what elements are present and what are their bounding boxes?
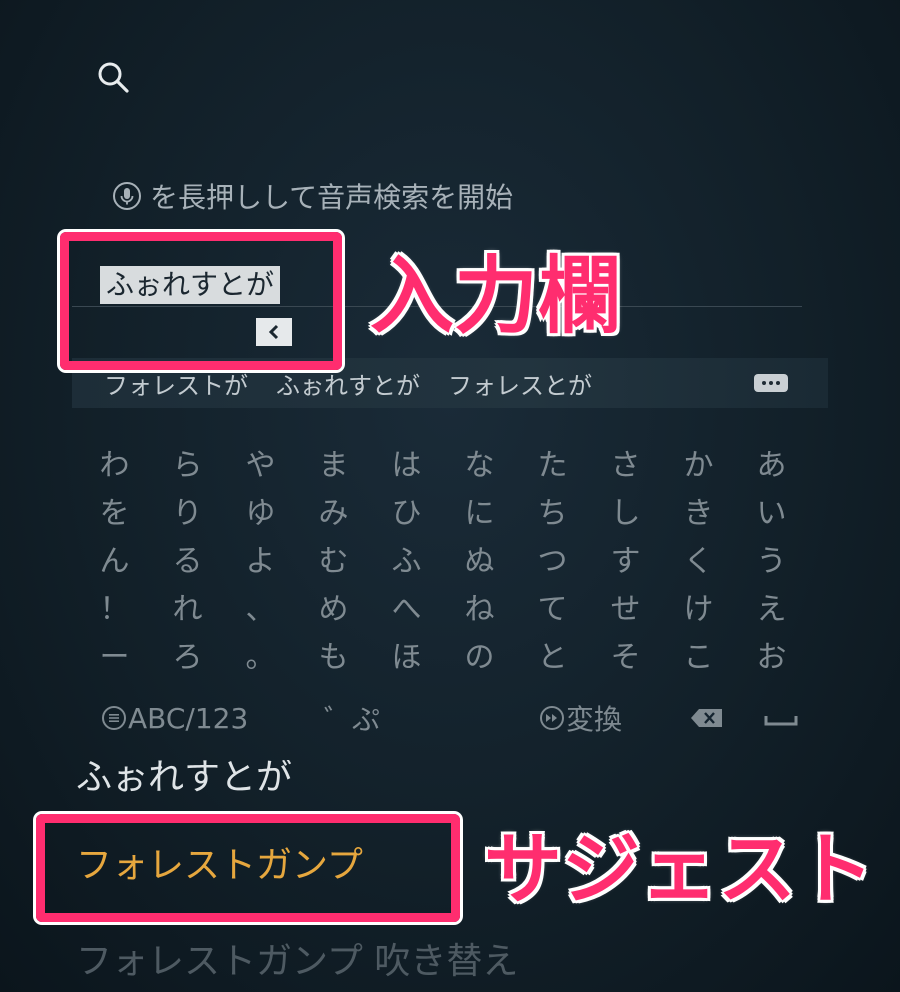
- key[interactable]: ！: [78, 586, 151, 634]
- key[interactable]: に: [443, 490, 516, 538]
- key[interactable]: お: [735, 634, 808, 682]
- key[interactable]: ひ: [370, 490, 443, 538]
- space-icon: [764, 716, 798, 726]
- key[interactable]: な: [443, 442, 516, 490]
- key[interactable]: く: [662, 538, 735, 586]
- key[interactable]: て: [516, 586, 589, 634]
- input-field-callout: 入力欄: [370, 247, 623, 345]
- keyboard-row: を り ゆ み ひ に ち し き い: [78, 490, 818, 538]
- space-button[interactable]: [764, 696, 798, 740]
- backspace-icon: [691, 709, 722, 727]
- key[interactable]: ー: [78, 634, 151, 682]
- candidate-item[interactable]: フォレスとが: [448, 366, 592, 401]
- key[interactable]: む: [297, 538, 370, 586]
- fast-forward-icon: [540, 706, 564, 730]
- suggest-callout: サジェスト: [484, 825, 875, 915]
- key[interactable]: ん: [78, 538, 151, 586]
- key[interactable]: を: [78, 490, 151, 538]
- key[interactable]: ほ: [370, 634, 443, 682]
- key[interactable]: こ: [662, 634, 735, 682]
- key[interactable]: つ: [516, 538, 589, 586]
- convert-label: 変換: [566, 703, 623, 736]
- abc-123-button[interactable]: ABC/123: [102, 696, 248, 740]
- key[interactable]: た: [516, 442, 589, 490]
- menu-icon: [102, 706, 126, 730]
- key[interactable]: よ: [224, 538, 297, 586]
- more-icon[interactable]: [754, 374, 788, 392]
- key[interactable]: き: [662, 490, 735, 538]
- key[interactable]: も: [297, 634, 370, 682]
- key[interactable]: へ: [370, 586, 443, 634]
- key[interactable]: け: [662, 586, 735, 634]
- voice-search-hint: を長押しして音声検索を開始: [112, 174, 513, 218]
- keyboard-row: わ ら や ま は な た さ か あ: [78, 442, 818, 490]
- key[interactable]: れ: [151, 586, 224, 634]
- key[interactable]: し: [589, 490, 662, 538]
- key[interactable]: ね: [443, 586, 516, 634]
- key[interactable]: か: [662, 442, 735, 490]
- key[interactable]: の: [443, 634, 516, 682]
- key[interactable]: は: [370, 442, 443, 490]
- key[interactable]: ぬ: [443, 538, 516, 586]
- keyboard-row: ー ろ 。 も ほ の と そ こ お: [78, 634, 818, 682]
- key[interactable]: と: [516, 634, 589, 682]
- keyboard-row: ！ れ 、 め へ ね て せ け え: [78, 586, 818, 634]
- abc-123-label: ABC/123: [128, 701, 249, 735]
- suggestion-item[interactable]: フォレストガンプ 吹き替え: [76, 936, 518, 988]
- key[interactable]: う: [735, 538, 808, 586]
- key[interactable]: り: [151, 490, 224, 538]
- search-icon[interactable]: [96, 60, 130, 94]
- key[interactable]: み: [297, 490, 370, 538]
- key[interactable]: や: [224, 442, 297, 490]
- key[interactable]: あ: [735, 442, 808, 490]
- key[interactable]: せ: [589, 586, 662, 634]
- key[interactable]: ら: [151, 442, 224, 490]
- suggest-highlight-box: [36, 814, 460, 922]
- input-highlight-box: [60, 232, 342, 370]
- key[interactable]: い: [735, 490, 808, 538]
- key[interactable]: そ: [589, 634, 662, 682]
- key[interactable]: ふ: [370, 538, 443, 586]
- voice-hint-text: を長押しして音声検索を開始: [150, 181, 514, 214]
- keyboard-row: ん る よ む ふ ぬ つ す く う: [78, 538, 818, 586]
- key[interactable]: め: [297, 586, 370, 634]
- key[interactable]: ま: [297, 442, 370, 490]
- key[interactable]: る: [151, 538, 224, 586]
- keyboard-function-row: ABC/123 ゛ぷ 変換: [102, 696, 802, 740]
- key[interactable]: わ: [78, 442, 151, 490]
- key[interactable]: 。: [224, 634, 297, 682]
- backspace-button[interactable]: [690, 696, 724, 740]
- microphone-icon: [113, 182, 141, 210]
- key[interactable]: ち: [516, 490, 589, 538]
- key[interactable]: ろ: [151, 634, 224, 682]
- key[interactable]: さ: [589, 442, 662, 490]
- suggestion-text: ふぉれすとが: [76, 760, 293, 798]
- dakuten-button[interactable]: ゛ぷ: [324, 696, 380, 740]
- key[interactable]: ゆ: [224, 490, 297, 538]
- kana-keyboard: わ ら や ま は な た さ か あ を り ゆ み ひ に ち し き い …: [78, 442, 818, 682]
- key[interactable]: え: [735, 586, 808, 634]
- convert-button[interactable]: 変換: [540, 696, 622, 740]
- key[interactable]: 、: [224, 586, 297, 634]
- key[interactable]: す: [589, 538, 662, 586]
- suggestion-item[interactable]: ふぉれすとが: [76, 760, 292, 800]
- candidate-item[interactable]: フォレストが: [104, 366, 248, 401]
- candidate-item[interactable]: ふぉれすとが: [276, 366, 420, 401]
